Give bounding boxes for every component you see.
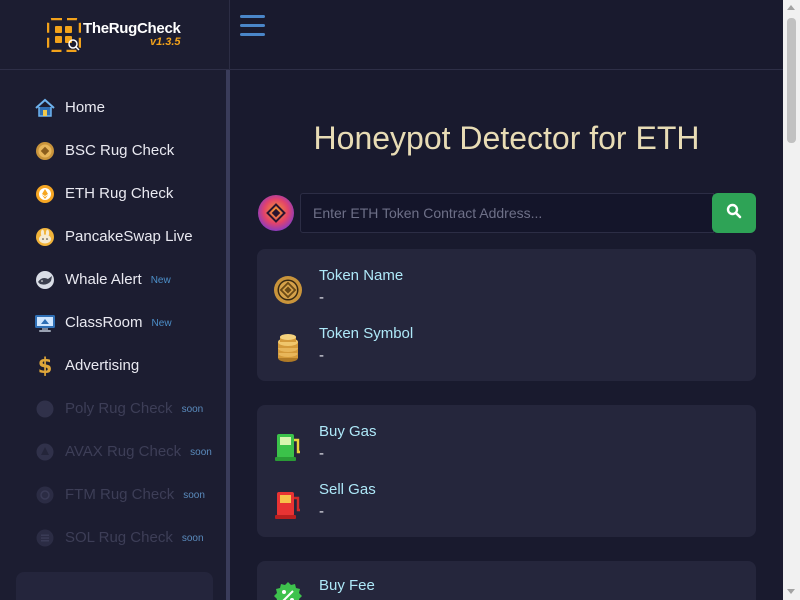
- sidebar: TheRugCheck v1.3.5 Home BSC Rug Check ET…: [0, 0, 230, 600]
- sell-gas-row: Sell Gas -: [273, 481, 376, 521]
- top-bar: [230, 0, 783, 70]
- sidebar-item-label: PancakeSwap Live: [65, 228, 193, 245]
- sidebar-item-avax-rug-check: AVAX Rug Check soon: [0, 430, 226, 473]
- sidebar-item-label: Poly Rug Check: [65, 400, 173, 417]
- pancake-bunny-icon: [34, 226, 56, 248]
- sidebar-nav: Home BSC Rug Check ETH Rug Check Pancake…: [0, 86, 226, 559]
- sidebar-item-poly-rug-check: Poly Rug Check soon: [0, 387, 226, 430]
- brand-version: v1.3.5: [149, 36, 181, 48]
- token-coin-icon: [273, 275, 303, 305]
- sidebar-item-label: SOL Rug Check: [65, 529, 173, 546]
- sidebar-item-advertising[interactable]: $ Advertising: [0, 344, 226, 387]
- buy-gas-value: -: [319, 445, 324, 462]
- soon-badge: soon: [190, 447, 212, 458]
- token-symbol-value: -: [319, 347, 324, 364]
- sidebar-promo-card[interactable]: [16, 572, 213, 600]
- sidebar-item-label: Home: [65, 99, 106, 116]
- fantom-icon: [34, 484, 56, 506]
- home-icon: [34, 97, 56, 119]
- monitor-icon: [34, 312, 56, 334]
- new-badge: New: [151, 318, 172, 329]
- sell-gas-label: Sell Gas: [319, 481, 376, 498]
- token-symbol-label: Token Symbol: [319, 325, 414, 342]
- soon-badge: soon: [183, 490, 205, 501]
- avax-icon: [34, 441, 56, 463]
- buy-gas-row: Buy Gas -: [273, 423, 377, 463]
- fee-info-card: Buy Fee: [257, 561, 756, 600]
- sidebar-item-label: ETH Rug Check: [65, 185, 174, 202]
- discount-badge-icon: [273, 581, 303, 600]
- sidebar-item-sol-rug-check: SOL Rug Check soon: [0, 516, 226, 559]
- token-name-row: Token Name -: [273, 267, 403, 307]
- green-fuel-pump-icon: [273, 431, 303, 461]
- red-fuel-pump-icon: [273, 489, 303, 519]
- scroll-down-arrow-icon[interactable]: [787, 589, 795, 594]
- search-bar: [258, 193, 756, 233]
- main-content: Honeypot Detector for ETH Token Name -: [230, 70, 783, 600]
- buy-fee-label: Buy Fee: [319, 577, 375, 594]
- scroll-up-arrow-icon[interactable]: [787, 5, 795, 10]
- buy-fee-row: Buy Fee: [273, 577, 375, 600]
- sidebar-item-label: FTM Rug Check: [65, 486, 175, 503]
- sell-gas-value: -: [319, 503, 324, 520]
- token-name-value: -: [319, 289, 324, 306]
- sidebar-item-ftm-rug-check: FTM Rug Check soon: [0, 473, 226, 516]
- scrollbar-thumb[interactable]: [787, 18, 796, 143]
- sidebar-item-label: ClassRoom: [65, 314, 143, 331]
- dollar-icon: $: [37, 353, 53, 378]
- sidebar-item-classroom[interactable]: ClassRoom New: [0, 301, 226, 344]
- sidebar-item-label: Advertising: [65, 357, 140, 374]
- sidebar-item-label: AVAX Rug Check: [65, 443, 182, 460]
- rugcheck-logo-icon: [46, 17, 82, 52]
- sidebar-item-bsc-rug-check[interactable]: BSC Rug Check: [0, 129, 226, 172]
- brand-name: TheRugCheck: [83, 20, 181, 37]
- token-logo-icon: [258, 195, 294, 231]
- page-scrollbar[interactable]: [783, 0, 800, 600]
- solana-icon: [34, 527, 56, 549]
- sidebar-item-eth-rug-check[interactable]: ETH Rug Check: [0, 172, 226, 215]
- sidebar-item-label: Whale Alert: [65, 271, 142, 288]
- token-info-card: Token Name - Token Symbol -: [257, 249, 756, 381]
- page-title: Honeypot Detector for ETH: [313, 120, 700, 156]
- token-symbol-row: Token Symbol -: [273, 325, 413, 365]
- gas-info-card: Buy Gas - Sell Gas -: [257, 405, 756, 537]
- token-name-label: Token Name: [319, 267, 404, 284]
- whale-icon: [34, 269, 56, 291]
- hamburger-menu-icon[interactable]: [240, 15, 265, 36]
- sidebar-item-whale-alert[interactable]: Whale Alert New: [0, 258, 226, 301]
- logo[interactable]: TheRugCheck v1.3.5: [0, 0, 229, 70]
- sidebar-item-label: BSC Rug Check: [65, 142, 175, 159]
- polygon-icon: [34, 398, 56, 420]
- bnb-coin-icon: [34, 140, 56, 162]
- buy-gas-label: Buy Gas: [319, 423, 377, 440]
- sidebar-item-pancakeswap-live[interactable]: PancakeSwap Live: [0, 215, 226, 258]
- search-icon: [726, 203, 742, 224]
- eth-coin-icon: [34, 183, 56, 205]
- soon-badge: soon: [181, 533, 204, 544]
- coin-stack-icon: [273, 333, 303, 363]
- sidebar-item-home[interactable]: Home: [0, 86, 226, 129]
- token-address-input[interactable]: [300, 193, 714, 233]
- new-badge: New: [150, 275, 171, 286]
- search-button[interactable]: [712, 193, 756, 233]
- soon-badge: soon: [181, 404, 204, 415]
